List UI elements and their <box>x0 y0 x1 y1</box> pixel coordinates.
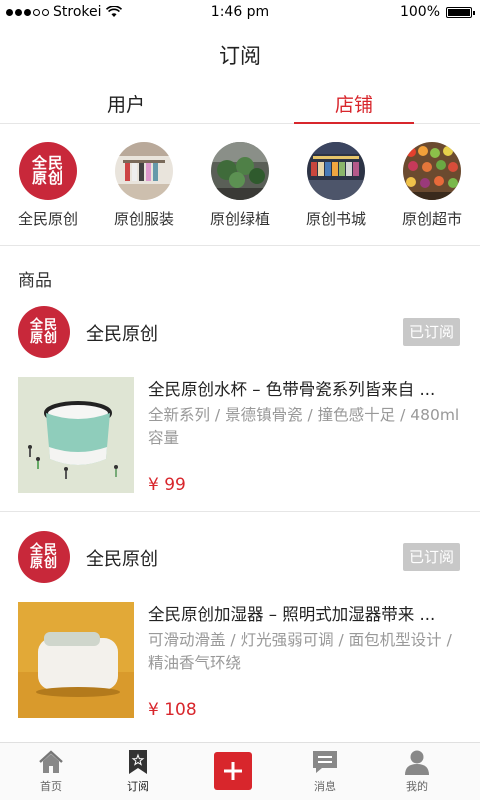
shop-avatar[interactable]: 全民原创 <box>18 531 70 583</box>
store-label: 原创绿植 <box>209 210 270 228</box>
product-price: ¥ 99 <box>148 475 186 495</box>
store-list: 全民原创 全民原创 原创服装 原创绿植 原创书城 原创超市 <box>0 142 480 246</box>
user-icon <box>387 749 447 775</box>
store-image <box>307 142 365 200</box>
bookmark-icon <box>108 749 168 775</box>
subscribed-button[interactable]: 已订阅 <box>403 318 460 346</box>
product-price: ¥ 108 <box>148 700 197 720</box>
status-bar: Strokei 1:46 pm 100% <box>0 0 480 24</box>
tab-users[interactable]: 用户 <box>66 90 186 123</box>
product-title[interactable]: 全民原创水杯 – 色带骨瓷系列皆来自 ... <box>148 376 462 400</box>
shop-name[interactable]: 全民原创 <box>86 320 158 346</box>
product-description: 可滑动滑盖 / 灯光强弱可调 / 面包机型设计 / 精油香气环绕 <box>148 631 452 672</box>
section-label: 商品 <box>18 271 52 291</box>
product-image[interactable] <box>18 377 134 493</box>
store-item-quanmin[interactable]: 全民原创 全民原创 <box>0 142 96 229</box>
store-logo: 全民原创 <box>19 142 77 200</box>
plus-icon <box>224 762 242 780</box>
product-description: 全新系列 / 景德镇骨瓷 / 撞色感十足 / 480ml 容量 <box>148 406 460 447</box>
store-image <box>403 142 461 200</box>
product-image[interactable] <box>18 602 134 718</box>
bottom-nav: 首页 订阅 消息 我的 <box>0 742 480 800</box>
subscribed-button[interactable]: 已订阅 <box>403 543 460 571</box>
store-item-books[interactable]: 原创书城 <box>288 142 384 229</box>
home-icon <box>21 749 81 775</box>
store-image <box>115 142 173 200</box>
divider <box>0 511 480 512</box>
add-button[interactable] <box>214 752 252 790</box>
store-label: 原创超市 <box>401 210 462 228</box>
battery-percent: 100% <box>399 4 440 20</box>
nav-profile[interactable]: 我的 <box>387 749 447 794</box>
brand-logo: 全民原创 <box>31 154 64 187</box>
store-label: 原创书城 <box>305 210 366 228</box>
message-icon <box>295 749 355 775</box>
nav-label: 我的 <box>406 780 428 793</box>
nav-label: 消息 <box>314 780 336 793</box>
store-item-plants[interactable]: 原创绿植 <box>192 142 288 229</box>
store-item-supermarket[interactable]: 原创超市 <box>384 142 480 229</box>
nav-label: 首页 <box>40 780 62 793</box>
status-right: 100% <box>399 4 475 20</box>
nav-subscribe[interactable]: 订阅 <box>108 749 168 794</box>
nav-messages[interactable]: 消息 <box>295 749 355 794</box>
nav-label: 订阅 <box>127 780 149 793</box>
battery-icon <box>446 6 475 18</box>
nav-home[interactable]: 首页 <box>21 749 81 794</box>
tab-bar: 用户 店铺 <box>0 90 480 124</box>
shop-name[interactable]: 全民原创 <box>86 545 158 571</box>
shop-avatar[interactable]: 全民原创 <box>18 306 70 358</box>
brand-logo: 全民原创 <box>29 318 58 346</box>
store-label: 原创服装 <box>113 210 174 228</box>
store-image <box>211 142 269 200</box>
tab-shops[interactable]: 店铺 <box>294 90 414 124</box>
brand-logo: 全民原创 <box>29 543 58 571</box>
product-title[interactable]: 全民原创加湿器 – 照明式加湿器带来 ... <box>148 601 462 625</box>
store-item-clothing[interactable]: 原创服装 <box>96 142 192 229</box>
page-title: 订阅 <box>219 44 261 68</box>
store-label: 全民原创 <box>17 210 78 228</box>
